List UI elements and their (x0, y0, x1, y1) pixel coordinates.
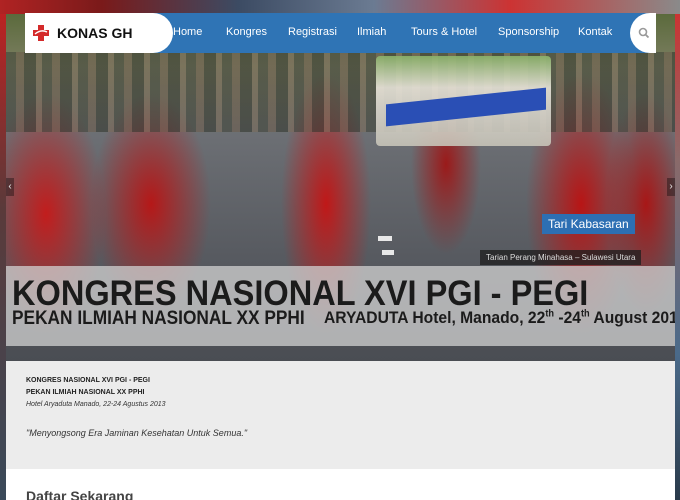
road-marking (382, 250, 394, 255)
logo-text[interactable]: KONAS GH (57, 25, 132, 41)
nav-item-home[interactable]: Home (173, 26, 202, 38)
road-marking (378, 236, 392, 241)
intro-heading: KONGRES NASIONAL XVI PGI - PEGI (26, 377, 150, 384)
search-icon[interactable] (637, 26, 651, 40)
page-background-top (0, 0, 680, 14)
slide-caption-subtitle: Tarian Perang Minahasa – Sulawesi Utara (480, 250, 642, 265)
nav-item-kontak[interactable]: Kontak (578, 26, 612, 38)
banner-subtitle: PEKAN ILMIAH NASIONAL XX PPHI (12, 308, 305, 329)
slider-next-button[interactable]: › (667, 178, 675, 196)
nav-item-ilmiah[interactable]: Ilmiah (357, 26, 386, 38)
intro-venue: Hotel Aryaduta Manado, 22-24 Agustus 201… (26, 401, 166, 408)
nav-item-tours-hotel[interactable]: Tours & Hotel (411, 26, 477, 38)
logo-area-cap (133, 13, 173, 53)
hero-slider: ‹ › Tari Kabasaran Tarian Perang Minahas… (6, 14, 675, 361)
slider-prev-button[interactable]: ‹ (6, 178, 14, 196)
main-navbar: KONAS GH Home Kongres Registrasi Ilmiah … (25, 13, 656, 53)
page-background-right (675, 14, 680, 500)
intro-quote: "Menyongsong Era Jaminan Kesehatan Untuk… (26, 428, 248, 438)
nav-item-registrasi[interactable]: Registrasi (288, 26, 337, 38)
slide-caption-title: Tari Kabasaran (542, 214, 635, 234)
nav-item-sponsorship[interactable]: Sponsorship (498, 26, 559, 38)
hero-crowd-backdrop (6, 52, 675, 132)
red-cross-icon (33, 25, 49, 41)
banner-venue: ARYADUTA Hotel, Manado, 22th -24th Augus… (324, 308, 675, 327)
nav-item-kongres[interactable]: Kongres (226, 26, 267, 38)
section-title: Daftar Sekarang (26, 488, 134, 500)
intro-subheading: PEKAN ILMIAH NASIONAL XX PPHI (26, 389, 145, 396)
